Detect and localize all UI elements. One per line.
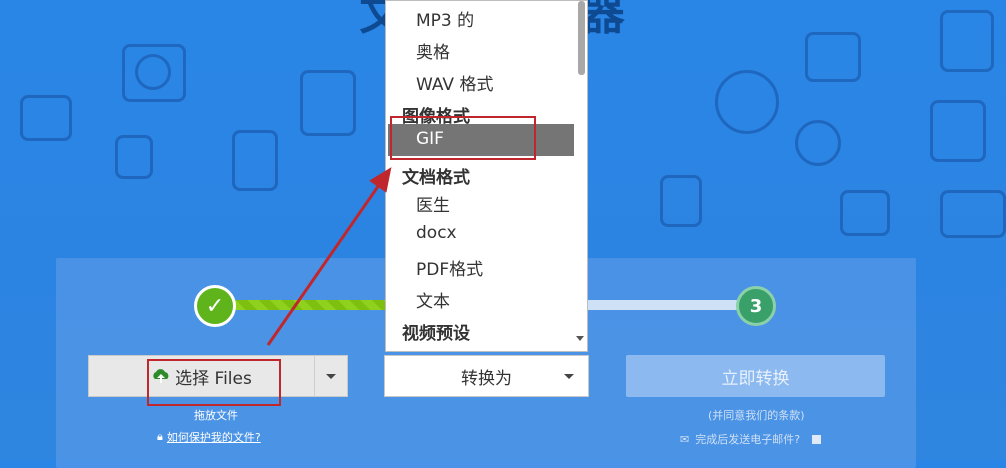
annotation-arrow — [266, 167, 392, 346]
